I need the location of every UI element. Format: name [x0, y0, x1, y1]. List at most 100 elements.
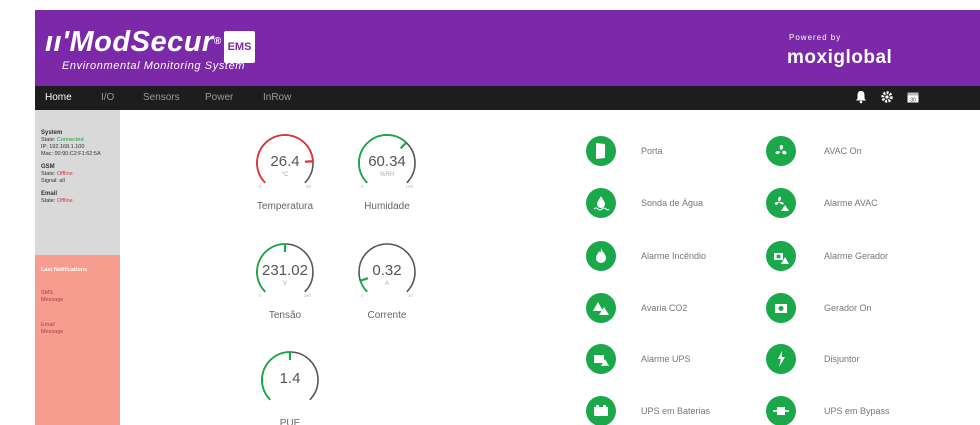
gsm-state-row: State: Offline	[41, 171, 120, 178]
status-door-label: Porta	[641, 146, 663, 156]
status-generator-alarm-indicator[interactable]	[766, 241, 796, 271]
system-state-row: State: Connected	[41, 137, 120, 144]
system-state-label: State:	[41, 137, 56, 143]
status-battery-label: UPS em Baterias	[641, 406, 711, 416]
notifications-title: Last Notifications	[41, 267, 88, 273]
gauge-curr-unit: A	[384, 281, 389, 287]
system-ip: IP: 192.168.1.100	[41, 144, 85, 150]
gsm-signal: Signal: all	[41, 178, 65, 184]
gauge-hum-unit: %RH	[379, 172, 394, 178]
co2-alarm-icon	[592, 299, 610, 317]
notification-email-line2: Message	[41, 329, 64, 335]
nav-inrow[interactable]: InRow	[263, 92, 291, 103]
system-status: System State: Connected IP: 192.168.1.10…	[41, 130, 120, 158]
status-water-drop-indicator[interactable]	[586, 188, 616, 218]
gauge-volt-max: 260	[303, 293, 311, 298]
email-state-row: State: Offline	[41, 198, 120, 205]
sidebar-notifications-panel: Last Notifications SMS Message Email Mes…	[35, 255, 120, 425]
gauge-volt-min: 0	[259, 293, 262, 298]
battery-icon	[592, 403, 610, 419]
gsm-state-label: State:	[41, 171, 56, 177]
nav-home[interactable]: Home	[45, 92, 72, 103]
status-breaker-indicator[interactable]	[766, 344, 796, 374]
gauge-hum-max: 100	[405, 184, 413, 189]
gauge-hum-label: Humidade	[364, 201, 410, 212]
calendar-icon[interactable]: 30	[906, 90, 920, 107]
gauge-curr-min: 0	[361, 293, 364, 298]
logo-subtitle: Environmental Monitoring System	[62, 60, 246, 72]
gauge-volt-value: 231.02	[262, 262, 308, 279]
gauge-temp-value: 26.4	[270, 153, 300, 170]
gauge-curr-max: 10	[407, 293, 413, 298]
water-drop-icon	[592, 194, 610, 212]
email-state-label: State:	[41, 198, 56, 204]
bell-icon[interactable]	[854, 90, 868, 107]
generator-icon	[772, 299, 790, 317]
status-door-indicator[interactable]	[586, 136, 616, 166]
notification-sms-line1: SMS	[41, 290, 53, 296]
ups-alarm-icon	[592, 350, 610, 368]
status-generator-label: Gerador On	[824, 303, 872, 313]
gauge-curr-value: 0.32	[372, 262, 402, 279]
header-bar: ıı'ModSecur® EMS Environmental Monitoring…	[35, 10, 980, 86]
powered-by: Powered by	[789, 33, 842, 42]
system-mac: Mac: 00:90:C2:F1:62:5A	[41, 151, 101, 157]
logo-badge: EMS	[223, 31, 256, 63]
gauge-volt-label: Tensão	[268, 310, 302, 321]
gauge-pue-label: PUE	[279, 418, 301, 425]
notification-email-line1: Email	[41, 322, 55, 328]
status-fan-indicator[interactable]	[766, 136, 796, 166]
brand-logo[interactable]: moxiglobal	[787, 47, 892, 69]
gauge-temp-max: 50	[305, 184, 311, 189]
bypass-icon	[772, 403, 790, 419]
gauge-hum-min: 0	[361, 184, 364, 189]
status-battery-indicator[interactable]	[586, 396, 616, 425]
gauge-temp-label: Temperatura	[256, 201, 314, 212]
nav-icons: 30	[854, 90, 920, 107]
status-water-drop-label: Sonda de Água	[641, 198, 704, 208]
gauge-curr-label: Corrente	[367, 310, 407, 321]
app-window: ıı'ModSecur® EMS Environmental Monitoring…	[0, 0, 980, 425]
svg-text:30: 30	[910, 98, 916, 104]
logo[interactable]: ıı'ModSecur® EMS	[45, 26, 256, 63]
notification-sms-line2: Message	[41, 297, 64, 303]
email-title: Email	[41, 191, 58, 197]
gauge-pue: 1.4	[258, 348, 322, 408]
gauge-hum: 60.34 %RH 0 100	[355, 131, 419, 191]
sidebar-status-panel: System State: Connected IP: 192.168.1.10…	[35, 110, 120, 255]
status-fire-label: Alarme Incêndio	[641, 251, 707, 261]
status-fan-label: AVAC On	[824, 146, 862, 156]
top-nav: Home I/O Sensors Power InRow 30	[35, 86, 980, 110]
gauge-pue-value: 1.4	[279, 370, 301, 387]
gauge-temp-unit: °C	[281, 172, 289, 178]
gauge-temp: 26.4 °C 0 50	[253, 131, 317, 191]
status-fire-indicator[interactable]	[586, 241, 616, 271]
system-title: System	[41, 130, 63, 136]
notification-item-email[interactable]: Email Message	[41, 322, 120, 336]
nav-io[interactable]: I/O	[101, 92, 114, 103]
status-generator-indicator[interactable]	[766, 293, 796, 323]
gauge-volt: 231.02 V 0 260	[253, 240, 317, 300]
fan-alarm-icon	[772, 194, 790, 212]
gear-icon[interactable]	[880, 90, 894, 107]
status-fan-alarm-indicator[interactable]	[766, 188, 796, 218]
status-fan-alarm-label: Alarme AVAC	[824, 198, 878, 208]
door-icon	[593, 142, 609, 160]
gsm-state: Offline	[56, 171, 73, 177]
status-breaker-label: Disjuntor	[824, 354, 860, 364]
logo-text: ModSecur	[69, 26, 214, 58]
fan-icon	[772, 142, 790, 160]
status-ups-alarm-indicator[interactable]	[586, 344, 616, 374]
logo-reg: ®	[213, 36, 222, 47]
status-bypass-indicator[interactable]	[766, 396, 796, 425]
status-co2-alarm-indicator[interactable]	[586, 293, 616, 323]
status-bypass-label: UPS em Bypass	[824, 406, 890, 416]
logo-mark: ıı'	[45, 26, 70, 58]
notification-item-sms[interactable]: SMS Message	[41, 290, 120, 304]
nav-sensors[interactable]: Sensors	[143, 92, 180, 103]
status-co2-alarm-label: Avaria CO2	[641, 303, 688, 313]
nav-power[interactable]: Power	[205, 92, 233, 103]
system-state: Connected	[56, 137, 84, 143]
gauge-volt-unit: V	[282, 281, 287, 287]
gauge-hum-needle	[399, 141, 407, 150]
